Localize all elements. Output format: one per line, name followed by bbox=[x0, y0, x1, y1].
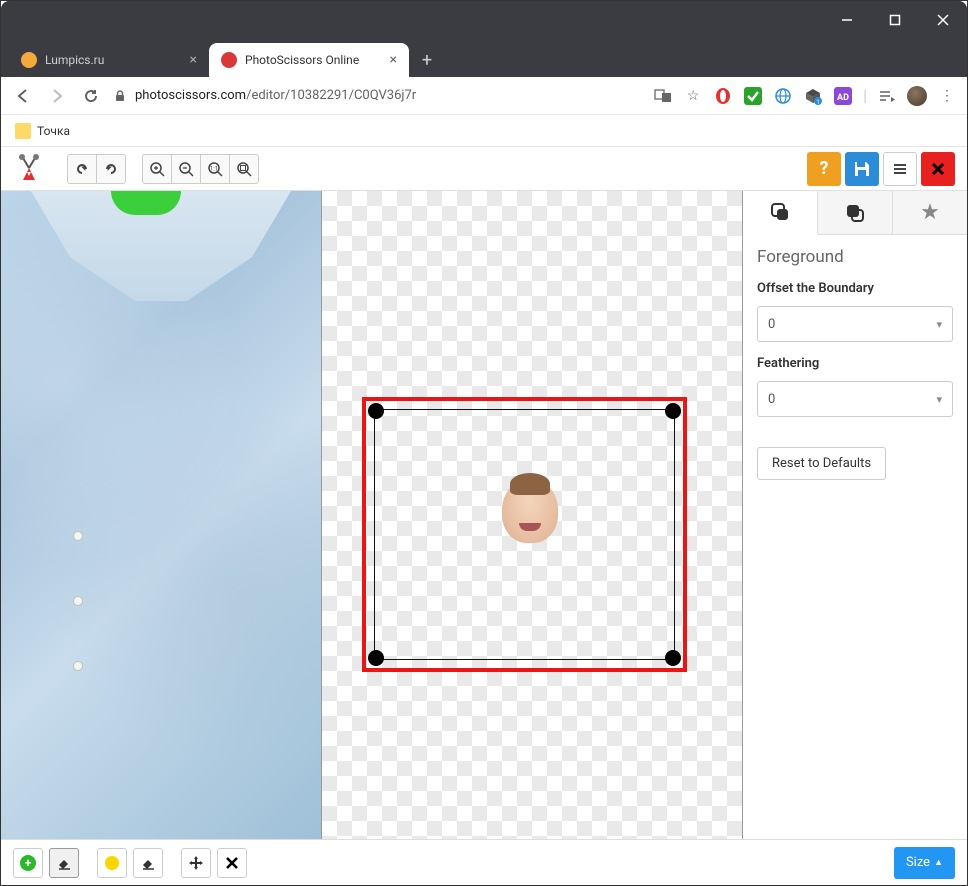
zoom-out-button[interactable] bbox=[171, 154, 201, 184]
tab-background[interactable] bbox=[818, 191, 893, 234]
menu-button[interactable] bbox=[883, 152, 917, 186]
tab-foreground[interactable] bbox=[743, 191, 818, 235]
bottom-toolbar: Size▲ bbox=[1, 839, 967, 885]
ad-icon[interactable]: AD bbox=[833, 86, 853, 106]
address-bar: photoscissors.com/editor/10382291/C0QV36… bbox=[1, 77, 967, 115]
crop-selection[interactable] bbox=[362, 397, 687, 672]
window-minimize-button[interactable] bbox=[833, 6, 861, 34]
url-path: /editor/10382291/C0QV36j7r bbox=[246, 88, 416, 103]
browser-tab-lumpics[interactable]: Lumpics.ru × bbox=[9, 43, 209, 77]
forward-button[interactable] bbox=[45, 84, 69, 108]
tab-title: PhotoScissors Online bbox=[245, 53, 359, 67]
url-domain: photoscissors.com bbox=[135, 88, 246, 103]
svg-text:AD: AD bbox=[837, 93, 849, 103]
move-tool-button[interactable] bbox=[181, 848, 211, 878]
cube-icon[interactable]: 1 bbox=[803, 86, 823, 106]
svg-text:1: 1 bbox=[816, 99, 819, 105]
globe-icon[interactable] bbox=[773, 86, 793, 106]
close-app-button[interactable] bbox=[921, 152, 955, 186]
extension-icons: ☆ 1 AD | ⋮ bbox=[653, 86, 957, 106]
source-image-pane[interactable] bbox=[1, 191, 321, 839]
favicon-icon bbox=[21, 52, 37, 68]
result-preview-pane[interactable] bbox=[321, 191, 743, 839]
feathering-label: Feathering bbox=[757, 356, 953, 371]
back-button[interactable] bbox=[11, 84, 35, 108]
browser-tabstrip: Lumpics.ru × PhotoScissors Online × + bbox=[1, 39, 967, 77]
browser-tab-photoscissors[interactable]: PhotoScissors Online × bbox=[209, 43, 409, 77]
erase-background-button[interactable] bbox=[133, 848, 163, 878]
reload-button[interactable] bbox=[79, 84, 103, 108]
resize-handle-tl[interactable] bbox=[368, 403, 384, 419]
translate-icon[interactable] bbox=[653, 86, 673, 106]
mark-foreground-button[interactable] bbox=[13, 848, 43, 878]
tab-shadow[interactable]: ★ bbox=[893, 191, 967, 234]
favicon-icon bbox=[221, 52, 237, 68]
resize-handle-tr[interactable] bbox=[665, 403, 681, 419]
folder-icon bbox=[15, 123, 31, 139]
star-icon[interactable]: ☆ bbox=[683, 86, 703, 106]
save-button[interactable] bbox=[845, 152, 879, 186]
undo-button[interactable] bbox=[67, 154, 97, 184]
menu-icon[interactable]: ⋮ bbox=[937, 86, 957, 106]
window-close-button[interactable] bbox=[929, 6, 957, 34]
window-titlebar bbox=[1, 1, 967, 39]
app-toolbar: 1:1 ? bbox=[1, 147, 967, 191]
bookmarks-bar: Точка bbox=[1, 115, 967, 147]
mark-background-button[interactable] bbox=[97, 848, 127, 878]
playlist-icon[interactable] bbox=[877, 86, 897, 106]
resize-handle-br[interactable] bbox=[665, 650, 681, 666]
reset-button[interactable]: Reset to Defaults bbox=[757, 447, 886, 480]
close-icon[interactable]: × bbox=[190, 52, 197, 68]
new-tab-button[interactable]: + bbox=[413, 46, 441, 74]
offset-select[interactable]: 0 bbox=[757, 306, 953, 342]
close-icon[interactable]: × bbox=[390, 52, 397, 68]
bookmark-item[interactable]: Точка bbox=[37, 124, 70, 138]
zoom-in-button[interactable] bbox=[142, 154, 172, 184]
window-maximize-button[interactable] bbox=[881, 6, 909, 34]
zoom-fit-button[interactable]: 1:1 bbox=[200, 154, 230, 184]
delete-button[interactable] bbox=[217, 848, 247, 878]
source-image bbox=[1, 191, 321, 839]
help-button[interactable]: ? bbox=[807, 152, 841, 186]
zoom-actual-button[interactable] bbox=[229, 154, 259, 184]
properties-panel: ★ Foreground Offset the Boundary 0 Feath… bbox=[743, 191, 967, 839]
resize-handle-bl[interactable] bbox=[368, 650, 384, 666]
lock-icon bbox=[113, 89, 127, 103]
avatar-icon[interactable] bbox=[907, 86, 927, 106]
tab-title: Lumpics.ru bbox=[45, 53, 104, 67]
app-logo-icon[interactable] bbox=[13, 152, 47, 186]
svg-text:1:1: 1:1 bbox=[210, 165, 218, 172]
panel-title: Foreground bbox=[757, 247, 953, 267]
erase-foreground-button[interactable] bbox=[49, 848, 79, 878]
url-field[interactable]: photoscissors.com/editor/10382291/C0QV36… bbox=[113, 88, 643, 103]
check-icon[interactable] bbox=[743, 86, 763, 106]
cutout-result bbox=[502, 479, 558, 543]
size-dropdown-button[interactable]: Size▲ bbox=[894, 847, 955, 879]
opera-icon[interactable] bbox=[713, 86, 733, 106]
feathering-select[interactable]: 0 bbox=[757, 381, 953, 417]
redo-button[interactable] bbox=[96, 154, 126, 184]
offset-label: Offset the Boundary bbox=[757, 281, 953, 296]
